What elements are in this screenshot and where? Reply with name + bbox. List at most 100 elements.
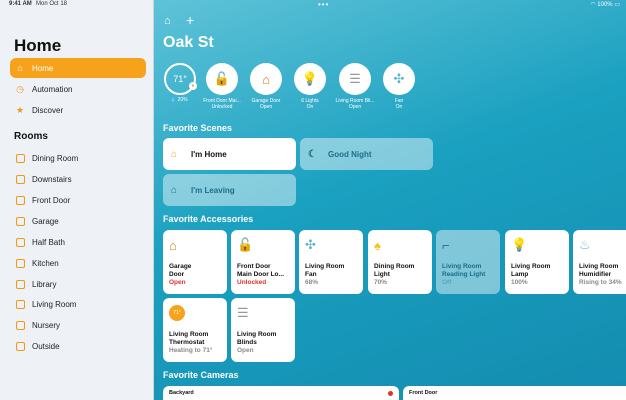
camera-tile[interactable]: Front Door — [403, 386, 626, 400]
thermostat-icon: 71° — [169, 305, 185, 321]
sidebar-item-room[interactable]: Outside — [10, 336, 146, 356]
accessory-name: Dining Room — [374, 263, 415, 270]
sidebar: Home ⌂ Home ◷ Automation ★ Discover Room… — [0, 0, 154, 400]
accessory-tile[interactable]: ♨ Living Room Humidifier Rising to 34% — [573, 230, 626, 294]
room-icon — [15, 195, 25, 205]
accessory-name-line2: Blinds — [237, 339, 257, 346]
blinds-icon: ☰ — [237, 305, 249, 320]
multitasking-dots-icon[interactable]: ••• — [318, 0, 329, 9]
sidebar-item-label: Garage — [32, 216, 59, 226]
main-panel: ⌂ + Oak St 71° ● 💧 20% 🔓 Front Door Mai.… — [154, 0, 626, 400]
sidebar-item-room[interactable]: Library — [10, 274, 146, 294]
rooms-heading: Rooms — [14, 131, 48, 142]
sidebar-item-label: Library — [32, 279, 57, 289]
sidebar-item-label: Kitchen — [32, 258, 59, 268]
accessory-tile[interactable]: ⌂ Garage Door Open — [163, 230, 227, 294]
status-time: 9:41 AM — [9, 1, 32, 7]
temperature-value: 71° — [173, 74, 187, 84]
garage-icon: ⌂ — [169, 237, 177, 253]
sidebar-item-room[interactable]: Dining Room — [10, 148, 146, 168]
accessory-name: Living Room — [511, 263, 551, 270]
quick-status-fan[interactable]: ✣ Fan On — [369, 63, 429, 110]
humidifier-icon: ♨ — [579, 237, 591, 252]
floor-lamp-icon: ♠ — [374, 237, 381, 253]
sidebar-item-room[interactable]: Nursery — [10, 315, 146, 335]
sidebar-item-label: Living Room — [32, 299, 77, 309]
accessory-status: 100% — [511, 279, 528, 286]
home-arrive-icon: ⌂ — [171, 148, 178, 160]
accessory-name-line2: Reading Light — [442, 271, 486, 278]
sidebar-item-room[interactable]: Garage — [10, 211, 146, 231]
accessory-name: Living Room — [442, 263, 482, 270]
blinds-icon: ☰ — [339, 63, 371, 95]
accessory-tile[interactable]: ✣ Living Room Fan 68% — [299, 230, 363, 294]
add-icon[interactable]: + — [186, 12, 194, 28]
room-icon — [15, 216, 25, 226]
sidebar-item-label: Discover — [32, 105, 64, 115]
accessory-name-line2: Thermostat — [169, 339, 205, 346]
accessory-tile[interactable]: ⌐ Living Room Reading Light Off — [436, 230, 500, 294]
clock-icon: ◷ — [16, 83, 24, 94]
accessory-tile[interactable]: ♠ Dining Room Light 70% — [368, 230, 432, 294]
status-date: Mon Oct 18 — [36, 1, 68, 7]
lock-open-icon: 🔓 — [206, 63, 238, 95]
sidebar-item-room[interactable]: Downstairs — [10, 169, 146, 189]
sidebar-title: Home — [14, 36, 62, 55]
room-icon — [15, 258, 25, 268]
humidity-value: 20% — [177, 97, 188, 103]
sidebar-item-label: Half Bath — [32, 237, 65, 247]
scene-label: I'm Leaving — [191, 185, 235, 195]
desk-lamp-icon: ⌐ — [442, 237, 450, 253]
scene-im-leaving[interactable]: ⌂ I'm Leaving — [163, 174, 296, 206]
home-leave-icon: ⌂ — [171, 184, 178, 196]
sidebar-item-room[interactable]: Front Door — [10, 190, 146, 210]
sidebar-item-label: Front Door — [32, 195, 71, 205]
accessory-status: 70% — [374, 279, 388, 286]
accessory-status: 68% — [305, 279, 319, 286]
sidebar-item-room[interactable]: Living Room — [10, 294, 146, 314]
battery-percent: 100% — [597, 2, 613, 8]
scene-im-home[interactable]: ⌂ I'm Home — [163, 138, 296, 170]
accessory-tile[interactable]: 71° Living Room Thermostat Heating to 71… — [163, 298, 227, 362]
accessory-name-line2: Light — [374, 271, 390, 278]
status-bar: 9:41 AM Mon Oct 18 ••• ◠ 100% ▭ — [0, 0, 626, 10]
accessory-name: Front Door — [237, 263, 271, 270]
accessory-tile[interactable]: 💡 Living Room Lamp 100% — [505, 230, 569, 294]
sidebar-item-room[interactable]: Half Bath — [10, 232, 146, 252]
accessory-status: Heating to 71° — [169, 347, 213, 354]
accessory-tile[interactable]: ☰ Living Room Blinds Open — [231, 298, 295, 362]
scene-label: I'm Home — [191, 149, 227, 159]
room-icon — [15, 299, 25, 309]
sidebar-item-automation[interactable]: ◷ Automation — [10, 79, 146, 99]
camera-tile[interactable]: Backyard — [163, 386, 399, 400]
sidebar-item-label: Dining Room — [32, 153, 79, 163]
accessory-name: Garage — [169, 263, 192, 270]
room-icon — [15, 341, 25, 351]
sidebar-item-discover[interactable]: ★ Discover — [10, 100, 146, 120]
sidebar-item-room[interactable]: Kitchen — [10, 253, 146, 273]
sidebar-item-home[interactable]: ⌂ Home — [10, 58, 146, 78]
sidebar-item-label: Downstairs — [32, 174, 72, 184]
accessory-status: Open — [169, 279, 186, 286]
accessory-name-line2: Humidifier — [579, 271, 612, 278]
page-title: Oak St — [163, 34, 214, 51]
favorite-accessories-heading: Favorite Accessories — [163, 214, 254, 224]
droplet-icon: 💧 — [170, 97, 177, 103]
battery-icon: ▭ — [614, 2, 620, 8]
garage-icon: ⌂ — [250, 63, 282, 95]
accessory-status: Off — [442, 279, 452, 286]
sidebar-item-label: Automation — [32, 84, 73, 94]
fan-icon: ✣ — [305, 237, 316, 252]
home-icon[interactable]: ⌂ — [164, 15, 171, 27]
house-icon: ⌂ — [17, 63, 23, 73]
accessory-name: Living Room — [579, 263, 619, 270]
room-icon — [15, 279, 25, 289]
accessory-tile[interactable]: 🔓 Front Door Main Door Lo... Unlocked — [231, 230, 295, 294]
camera-label: Backyard — [169, 390, 194, 396]
scene-good-night[interactable]: ☾ Good Night — [300, 138, 433, 170]
favorite-scenes-heading: Favorite Scenes — [163, 123, 233, 133]
lock-open-icon: 🔓 — [237, 237, 254, 252]
accessory-name-line2: Main Door Lo... — [237, 271, 284, 278]
wifi-icon: ◠ — [590, 2, 596, 8]
favorite-cameras-heading: Favorite Cameras — [163, 370, 239, 380]
